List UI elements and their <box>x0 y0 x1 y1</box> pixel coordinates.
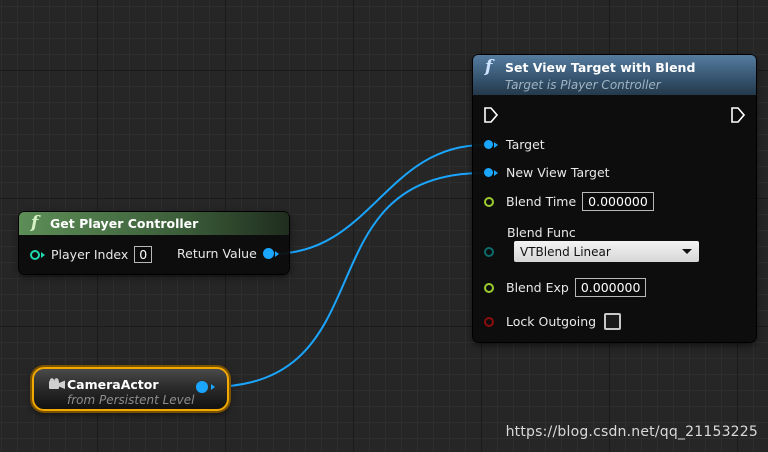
set-view-target-node[interactable]: f Set View Target with Blend Target is P… <box>473 55 756 342</box>
return-value-pin[interactable]: Return Value <box>177 246 279 261</box>
camera-actor-node[interactable]: CameraActor from Persistent Level <box>32 367 229 411</box>
new-view-target-pin-dot[interactable] <box>484 168 493 177</box>
node-subtitle: Target is Player Controller <box>505 78 661 92</box>
blend-exp-input[interactable]: 0.000000 <box>574 278 647 297</box>
new-view-target-pin-label: New View Target <box>506 165 610 180</box>
node-title: Set View Target with Blend <box>505 60 696 75</box>
get-player-controller-header[interactable]: f Get Player Controller <box>19 212 289 235</box>
chevron-down-icon <box>682 249 692 254</box>
target-pin-dot[interactable] <box>484 140 493 149</box>
blend-func-pin-ring[interactable] <box>484 246 494 257</box>
exec-out-pin[interactable] <box>731 107 745 123</box>
target-pin[interactable]: Target <box>484 137 545 152</box>
pin-arrow-icon <box>494 141 498 148</box>
lock-outgoing-checkbox[interactable] <box>604 313 622 330</box>
player-index-pin-ring[interactable] <box>30 249 40 260</box>
target-pin-label: Target <box>506 137 545 152</box>
pin-arrow-icon <box>274 250 279 257</box>
return-value-pin-dot[interactable] <box>262 248 274 259</box>
lock-outgoing-pin[interactable]: Lock Outgoing <box>484 313 622 330</box>
blend-exp-label: Blend Exp <box>506 280 569 295</box>
node-title: Get Player Controller <box>50 216 199 231</box>
return-value-label: Return Value <box>177 246 257 261</box>
blend-func-label-row: Blend Func <box>507 225 576 240</box>
blend-func-label: Blend Func <box>507 225 576 240</box>
camera-icon <box>49 378 65 389</box>
blend-time-input[interactable]: 0.000000 <box>582 192 654 211</box>
blend-func-dropdown[interactable]: VTBlend Linear <box>514 241 699 262</box>
blend-time-pin[interactable]: Blend Time 0.000000 <box>484 192 654 211</box>
get-player-controller-node[interactable]: f Get Player Controller Player Index 0 R… <box>19 212 289 274</box>
function-icon: f <box>485 57 493 77</box>
camera-actor-subtitle: from Persistent Level <box>67 393 195 407</box>
exec-in-pin[interactable] <box>484 107 498 123</box>
blend-time-label: Blend Time <box>506 194 577 209</box>
pin-arrow-icon <box>211 384 215 390</box>
new-view-target-pin[interactable]: New View Target <box>484 165 610 180</box>
blend-func-selected: VTBlend Linear <box>520 244 611 259</box>
camera-actor-output-pin[interactable] <box>196 381 208 393</box>
blend-exp-pin-ring[interactable] <box>484 282 494 293</box>
player-index-label: Player Index <box>51 247 129 262</box>
lock-outgoing-pin-ring[interactable] <box>484 316 494 327</box>
blend-exp-pin[interactable]: Blend Exp 0.000000 <box>484 278 647 297</box>
set-view-target-header[interactable]: f Set View Target with Blend Target is P… <box>473 55 756 95</box>
player-index-pin[interactable]: Player Index 0 <box>30 246 153 263</box>
pin-arrow-icon <box>41 251 45 258</box>
player-index-input[interactable]: 0 <box>134 246 153 263</box>
pin-arrow-icon <box>494 169 498 176</box>
watermark: https://blog.csdn.net/qq_21153225 <box>505 424 758 440</box>
lock-outgoing-label: Lock Outgoing <box>506 314 597 329</box>
blend-func-pin[interactable]: VTBlend Linear <box>484 241 699 262</box>
camera-actor-title: CameraActor <box>67 377 159 392</box>
function-icon: f <box>31 213 39 233</box>
blend-time-pin-ring[interactable] <box>484 196 494 207</box>
